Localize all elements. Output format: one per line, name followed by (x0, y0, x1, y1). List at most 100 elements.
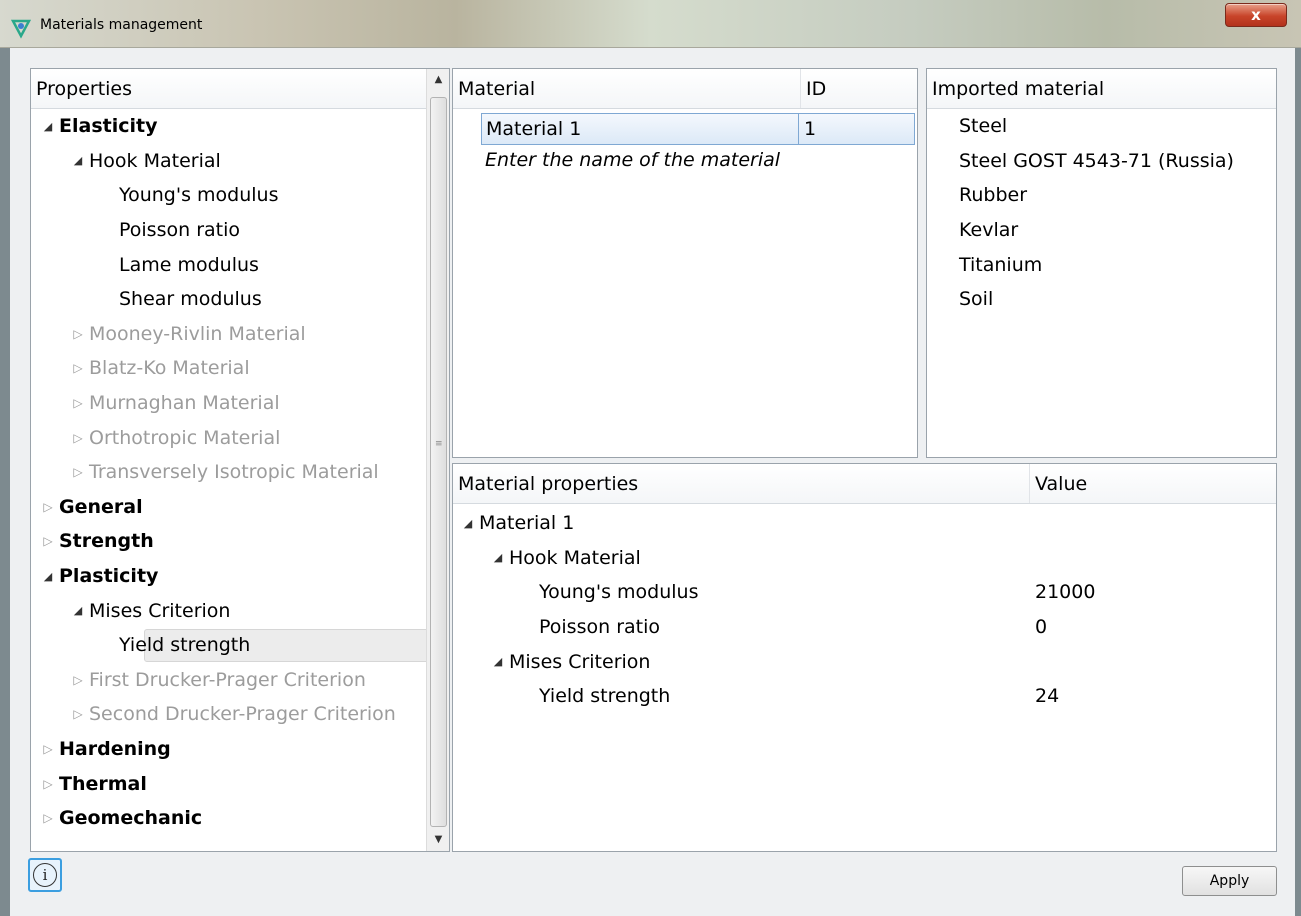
collapsed-arrow-icon[interactable]: ▷ (67, 707, 89, 721)
expanded-arrow-icon[interactable]: ◢ (67, 604, 89, 617)
close-button[interactable]: x (1225, 3, 1287, 27)
properties-header[interactable]: Properties (31, 69, 426, 109)
tree-item[interactable]: ▷ Thermal (31, 766, 426, 801)
tree-item[interactable]: ▷ Mooney-Rivlin Material (31, 317, 426, 352)
material-name-cell[interactable]: Material 1 (482, 114, 799, 144)
material-id-cell[interactable]: 1 (804, 114, 816, 144)
tree-item-label: Murnaghan Material (89, 392, 280, 415)
tree-item[interactable]: Yield strength (31, 628, 436, 663)
collapsed-arrow-icon[interactable]: ▷ (67, 396, 89, 410)
material-properties-panel: Material properties Value ◢ Material 1 ◢ Ho… (452, 463, 1277, 852)
property-label: Hook Material (509, 546, 641, 569)
collapsed-arrow-icon[interactable]: ▷ (67, 431, 89, 445)
tree-item[interactable]: ▷ Geomechanic (31, 801, 426, 836)
tree-item-label: Blatz-Ko Material (89, 357, 250, 380)
tree-item-label: Orthotropic Material (89, 426, 281, 449)
tree-item-label: Young's modulus (119, 184, 279, 207)
tree-item-label: Mises Criterion (89, 599, 231, 622)
window-title: Materials management (40, 17, 203, 33)
expanded-arrow-icon[interactable]: ◢ (487, 551, 509, 564)
tree-item[interactable]: ◢ Hook Material (31, 144, 426, 179)
property-value[interactable]: 0 (1035, 616, 1047, 638)
tree-item[interactable]: Shear modulus (31, 282, 426, 317)
property-label: Mises Criterion (509, 650, 651, 673)
collapsed-arrow-icon[interactable]: ▷ (37, 742, 59, 756)
scroll-thumb[interactable]: ≡ (430, 97, 447, 827)
tree-item-label: Mooney-Rivlin Material (89, 322, 306, 345)
tree-item-label: First Drucker-Prager Criterion (89, 668, 366, 691)
property-row[interactable]: Poisson ratio 0 (453, 610, 1276, 645)
info-button[interactable]: i (28, 858, 62, 892)
material-row-selected[interactable]: Material 1 1 (481, 113, 915, 145)
tree-item-label: Geomechanic (59, 807, 203, 830)
collapsed-arrow-icon[interactable]: ▷ (67, 361, 89, 375)
material-list-header: Material ID (453, 69, 917, 109)
property-row[interactable]: Yield strength 24 (453, 679, 1276, 714)
tree-item[interactable]: ▷ Transversely Isotropic Material (31, 455, 426, 490)
tree-item[interactable]: ◢ Elasticity (31, 109, 426, 144)
property-row[interactable]: ◢ Hook Material (453, 541, 1276, 576)
tree-item[interactable]: ▷ Hardening (31, 732, 426, 767)
imported-material-item[interactable]: Steel (927, 109, 1276, 144)
tree-item[interactable]: ▷ Blatz-Ko Material (31, 351, 426, 386)
value-column-header[interactable]: Value (1030, 464, 1276, 503)
properties-panel: Properties ◢ Elasticity ◢ Hook Material Youn… (30, 68, 450, 852)
property-row[interactable]: ◢ Mises Criterion (453, 644, 1276, 679)
material-properties-column-header[interactable]: Material properties (453, 464, 1030, 503)
id-column-header[interactable]: ID (801, 69, 917, 108)
collapsed-arrow-icon[interactable]: ▷ (67, 465, 89, 479)
collapsed-arrow-icon[interactable]: ▷ (37, 777, 59, 791)
tree-item[interactable]: ▷ Orthotropic Material (31, 420, 426, 455)
apply-button[interactable]: Apply (1182, 866, 1277, 896)
tree-item[interactable]: Young's modulus (31, 178, 426, 213)
expanded-arrow-icon[interactable]: ◢ (67, 154, 89, 167)
tree-item[interactable]: Poisson ratio (31, 213, 426, 248)
collapsed-arrow-icon[interactable]: ▷ (37, 500, 59, 514)
property-label: Yield strength (539, 685, 671, 708)
material-column-header[interactable]: Material (453, 69, 801, 108)
info-icon: i (33, 863, 57, 887)
expanded-arrow-icon[interactable]: ◢ (37, 570, 59, 583)
tree-item-label: Lame modulus (119, 253, 259, 276)
collapsed-arrow-icon[interactable]: ▷ (37, 811, 59, 825)
tree-item[interactable]: ▷ Second Drucker-Prager Criterion (31, 697, 426, 732)
tree-item-label: Strength (59, 530, 154, 553)
imported-material-item[interactable]: Titanium (927, 247, 1276, 282)
expanded-arrow-icon[interactable]: ◢ (487, 655, 509, 668)
properties-tree: ◢ Elasticity ◢ Hook Material Young's modulus… (31, 109, 436, 836)
tree-item[interactable]: ▷ Strength (31, 524, 426, 559)
imported-material-header-label[interactable]: Imported material (927, 69, 1276, 108)
new-material-placeholder[interactable]: Enter the name of the material (485, 149, 780, 171)
properties-scrollbar[interactable]: ▲ ≡ ▼ (426, 69, 449, 851)
tree-item[interactable]: ◢ Plasticity (31, 559, 426, 594)
imported-material-item[interactable]: Steel GOST 4543-71 (Russia) (927, 144, 1276, 179)
collapsed-arrow-icon[interactable]: ▷ (37, 534, 59, 548)
tree-item[interactable]: ▷ First Drucker-Prager Criterion (31, 663, 426, 698)
scroll-up-arrow-icon[interactable]: ▲ (427, 69, 449, 91)
expanded-arrow-icon[interactable]: ◢ (37, 120, 59, 133)
tree-item-label: Plasticity (59, 565, 159, 588)
tree-item-label: Yield strength (119, 634, 251, 657)
property-value[interactable]: 21000 (1035, 581, 1095, 603)
properties-header-label: Properties (36, 77, 133, 100)
tree-item-label: Hardening (59, 737, 171, 760)
grip-icon: ≡ (435, 439, 443, 449)
scroll-down-arrow-icon[interactable]: ▼ (427, 829, 449, 851)
tree-item[interactable]: Lame modulus (31, 247, 426, 282)
imported-material-list: Steel Steel GOST 4543-71 (Russia) Rubber Ke… (927, 109, 1276, 317)
tree-item[interactable]: ▷ Murnaghan Material (31, 386, 426, 421)
tree-item[interactable]: ◢ Mises Criterion (31, 593, 426, 628)
tree-item-label: Shear modulus (119, 288, 262, 311)
expanded-arrow-icon[interactable]: ◢ (457, 517, 479, 530)
tree-item[interactable]: ▷ General (31, 490, 426, 525)
imported-material-item[interactable]: Rubber (927, 178, 1276, 213)
collapsed-arrow-icon[interactable]: ▷ (67, 673, 89, 687)
tree-item-label: Transversely Isotropic Material (89, 461, 379, 484)
property-row[interactable]: ◢ Material 1 (453, 506, 1276, 541)
property-row[interactable]: Young's modulus 21000 (453, 575, 1276, 610)
tree-item-label: Elasticity (59, 115, 158, 138)
collapsed-arrow-icon[interactable]: ▷ (67, 327, 89, 341)
imported-material-item[interactable]: Soil (927, 282, 1276, 317)
imported-material-item[interactable]: Kevlar (927, 213, 1276, 248)
property-value[interactable]: 24 (1035, 685, 1059, 707)
